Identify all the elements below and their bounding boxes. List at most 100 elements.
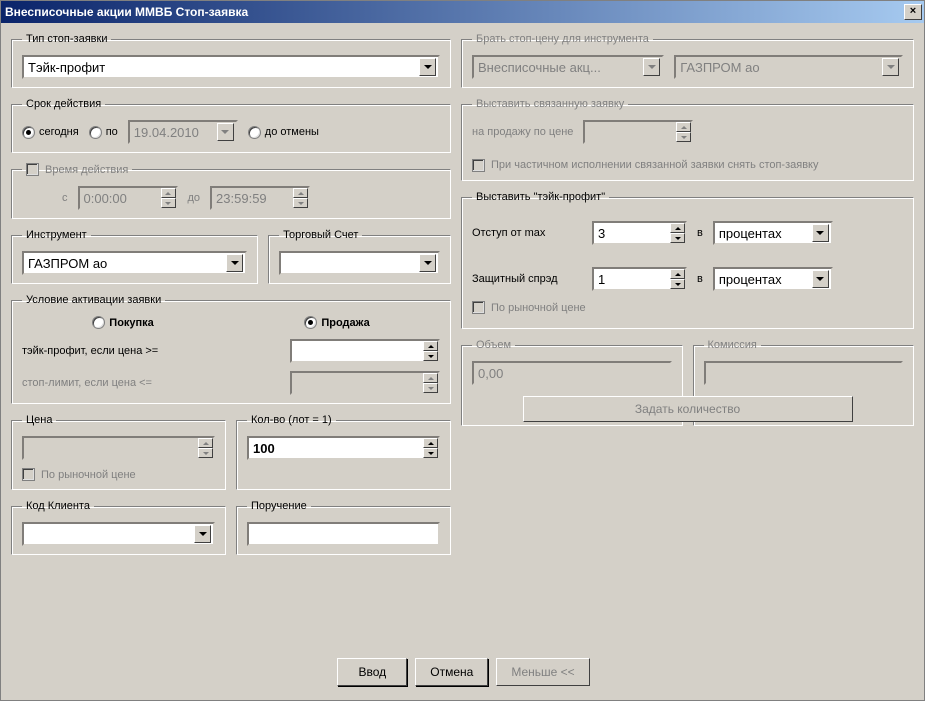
offset-in-label: в xyxy=(697,227,703,239)
time-to-spinner: 23:59:59 xyxy=(210,186,310,210)
sell-radio[interactable]: Продажа xyxy=(304,316,369,329)
chevron-down-icon xyxy=(419,254,436,272)
chevron-down-icon xyxy=(226,254,243,272)
price-spinner xyxy=(22,436,215,460)
stop-price-legend: Брать стоп-цену для инструмента xyxy=(472,33,653,45)
tp-price-spinner[interactable] xyxy=(290,339,440,363)
price-legend: Цена xyxy=(22,414,56,426)
spin-up-icon xyxy=(293,188,308,198)
account-group: Торговый Счет xyxy=(268,229,451,284)
close-button[interactable]: × xyxy=(904,4,922,20)
cancel-button[interactable]: Отмена xyxy=(415,658,488,686)
volume-input: 0,00 xyxy=(472,361,672,385)
titlebar: Внесписочные акции ММВБ Стоп-заявка × xyxy=(1,1,924,23)
commission-input xyxy=(704,361,904,385)
chevron-down-icon xyxy=(419,58,436,76)
stop-class-combo: Внесписочные акц... xyxy=(472,55,664,79)
spread-spinner[interactable]: 1 xyxy=(592,267,687,291)
instruction-legend: Поручение xyxy=(247,500,311,512)
spin-up-icon[interactable] xyxy=(670,269,685,279)
chevron-down-icon xyxy=(643,58,660,76)
spread-label: Защитный спрэд xyxy=(472,273,582,285)
chevron-down-icon xyxy=(882,58,899,76)
sl-condition-label: стоп-лимит, если цена <= xyxy=(22,377,152,389)
validity-date-combo: 19.04.2010 xyxy=(128,120,238,144)
instruction-input[interactable] xyxy=(247,522,440,546)
spin-up-icon[interactable] xyxy=(423,341,438,351)
spin-up-icon xyxy=(161,188,176,198)
offset-spinner[interactable]: 3 xyxy=(592,221,687,245)
account-combo[interactable] xyxy=(279,251,440,275)
spread-in-label: в xyxy=(697,273,703,285)
spin-down-icon xyxy=(676,132,691,142)
account-legend: Торговый Счет xyxy=(279,229,362,241)
spin-up-icon xyxy=(198,438,213,448)
linked-price-spinner xyxy=(583,120,693,144)
type-group: Тип стоп-заявки Тэйк-профит xyxy=(11,33,451,88)
market-price-checkbox: По рыночной цене xyxy=(22,468,215,481)
time-from-label: с xyxy=(62,192,68,204)
chevron-down-icon xyxy=(812,224,829,242)
sl-price-spinner xyxy=(290,371,440,395)
volume-legend: Объем xyxy=(472,339,515,351)
stop-price-source-group: Брать стоп-цену для инструмента Внесписо… xyxy=(461,33,914,88)
less-button: Меньше << xyxy=(496,658,589,686)
window-title: Внесписочные акции ММВБ Стоп-заявка xyxy=(5,5,248,19)
set-qty-button: Задать количество xyxy=(523,396,853,422)
time-legend: Время действия xyxy=(22,163,132,176)
spin-down-icon[interactable] xyxy=(670,279,685,289)
takeprofit-legend: Выставить "тэйк-профит" xyxy=(472,191,609,203)
spin-down-icon xyxy=(161,198,176,208)
tp-condition-label: тэйк-профит, если цена >= xyxy=(22,345,158,357)
chevron-down-icon xyxy=(194,525,211,543)
qty-group: Кол-во (лот = 1) 100 xyxy=(236,414,451,490)
stop-instrument-combo: ГАЗПРОМ ао xyxy=(674,55,903,79)
validity-group: Срок действия сегодня по 19.04.2010 xyxy=(11,98,451,153)
spin-up-icon[interactable] xyxy=(670,223,685,233)
offset-units-combo[interactable]: процентах xyxy=(713,221,833,245)
spin-up-icon xyxy=(676,122,691,132)
button-bar: Ввод Отмена Меньше << xyxy=(1,658,925,686)
spin-down-icon xyxy=(423,383,438,393)
spread-units-combo[interactable]: процентах xyxy=(713,267,833,291)
instruction-group: Поручение xyxy=(236,500,451,555)
activation-legend: Условие активации заявки xyxy=(22,294,165,306)
takeprofit-group: Выставить "тэйк-профит" Отступ от max 3 … xyxy=(461,191,914,329)
tp-market-checkbox: По рыночной цене xyxy=(472,301,903,314)
validity-today-radio[interactable]: сегодня xyxy=(22,126,79,139)
validity-cancel-radio[interactable]: до отмены xyxy=(248,126,319,139)
instrument-combo[interactable]: ГАЗПРОМ ао xyxy=(22,251,247,275)
price-group: Цена По рыночной цене xyxy=(11,414,226,490)
stop-type-combo[interactable]: Тэйк-профит xyxy=(22,55,440,79)
qty-spinner[interactable]: 100 xyxy=(247,436,440,460)
client-code-legend: Код Клиента xyxy=(22,500,94,512)
offset-label: Отступ от max xyxy=(472,227,582,239)
time-from-spinner: 0:00:00 xyxy=(78,186,178,210)
activation-group: Условие активации заявки Покупка Продажа… xyxy=(11,294,451,404)
linked-order-group: Выставить связанную заявку на продажу по… xyxy=(461,98,914,181)
submit-button[interactable]: Ввод xyxy=(337,658,407,686)
partial-cancel-checkbox: При частичном исполнении связанной заявк… xyxy=(472,158,903,172)
time-enable-checkbox xyxy=(26,163,39,176)
buy-radio[interactable]: Покупка xyxy=(92,316,154,329)
spin-down-icon[interactable] xyxy=(423,351,438,361)
spin-down-icon xyxy=(198,448,213,458)
commission-legend: Комиссия xyxy=(704,339,761,351)
spin-down-icon[interactable] xyxy=(423,448,438,458)
qty-legend: Кол-во (лот = 1) xyxy=(247,414,336,426)
spin-up-icon[interactable] xyxy=(423,438,438,448)
linked-legend: Выставить связанную заявку xyxy=(472,98,628,110)
validity-legend: Срок действия xyxy=(22,98,105,110)
spin-down-icon xyxy=(293,198,308,208)
instrument-group: Инструмент ГАЗПРОМ ао xyxy=(11,229,258,284)
linked-sell-label: на продажу по цене xyxy=(472,126,573,138)
stop-order-dialog: Внесписочные акции ММВБ Стоп-заявка × Ти… xyxy=(0,0,925,701)
instrument-legend: Инструмент xyxy=(22,229,91,241)
client-code-group: Код Клиента xyxy=(11,500,226,555)
validity-until-radio[interactable]: по xyxy=(89,126,118,139)
chevron-down-icon xyxy=(812,270,829,288)
client-code-combo[interactable] xyxy=(22,522,215,546)
time-group: Время действия с 0:00:00 до 23:59:59 xyxy=(11,163,451,219)
time-to-label: до xyxy=(188,192,201,204)
spin-down-icon[interactable] xyxy=(670,233,685,243)
